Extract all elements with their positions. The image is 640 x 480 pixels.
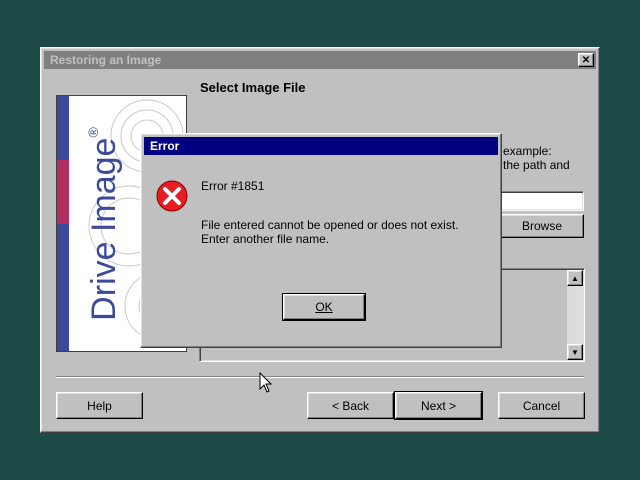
filename-input[interactable]: [500, 191, 584, 211]
arrow-down-icon: ▼: [571, 347, 579, 357]
page-heading: Select Image File: [200, 80, 306, 95]
window-title: Restoring an Image: [50, 53, 162, 67]
banner-logo-text: Drive Image: [85, 137, 123, 321]
help-button[interactable]: Help: [56, 392, 143, 419]
help-label: Help: [87, 398, 112, 413]
browse-label: Browse: [521, 219, 562, 233]
browse-button[interactable]: Browse: [500, 214, 584, 238]
registered-mark: ®: [85, 127, 101, 138]
window-titlebar[interactable]: Restoring an Image: [44, 51, 596, 69]
error-x-icon: [156, 180, 188, 212]
arrow-up-icon: ▲: [571, 273, 579, 283]
separator-line: [56, 376, 584, 378]
cancel-label: Cancel: [522, 398, 561, 413]
next-button[interactable]: Next >: [394, 391, 483, 420]
banner-stripe-accent: [57, 160, 69, 224]
error-message-line1: File entered cannot be opened or does no…: [201, 218, 459, 232]
back-button[interactable]: < Back: [307, 392, 394, 419]
mouse-cursor-icon: [259, 372, 273, 393]
scroll-down-button[interactable]: ▼: [567, 344, 583, 360]
error-dialog: Error Error #1851 File entered cannot be…: [140, 133, 502, 348]
back-label: < Back: [331, 398, 370, 413]
cancel-button[interactable]: Cancel: [498, 392, 585, 419]
error-code: Error #1851: [201, 179, 265, 193]
file-list-scrollbar[interactable]: ▲ ▼: [567, 270, 583, 360]
error-dialog-title: Error: [150, 139, 180, 153]
instruction-text-line1: example:: [503, 144, 552, 158]
scroll-up-button[interactable]: ▲: [567, 270, 583, 286]
ok-label: OK: [315, 300, 333, 314]
close-button[interactable]: ✕: [578, 53, 594, 67]
error-message-line2: Enter another file name.: [201, 232, 330, 246]
banner-stripe: [57, 96, 69, 351]
next-label: Next >: [420, 398, 456, 413]
instruction-text-line2: the path and: [503, 158, 570, 172]
error-dialog-titlebar[interactable]: Error: [144, 137, 498, 155]
close-icon: ✕: [581, 54, 591, 66]
banner-logo: Drive Image®: [85, 104, 125, 344]
ok-button[interactable]: OK: [282, 293, 366, 321]
